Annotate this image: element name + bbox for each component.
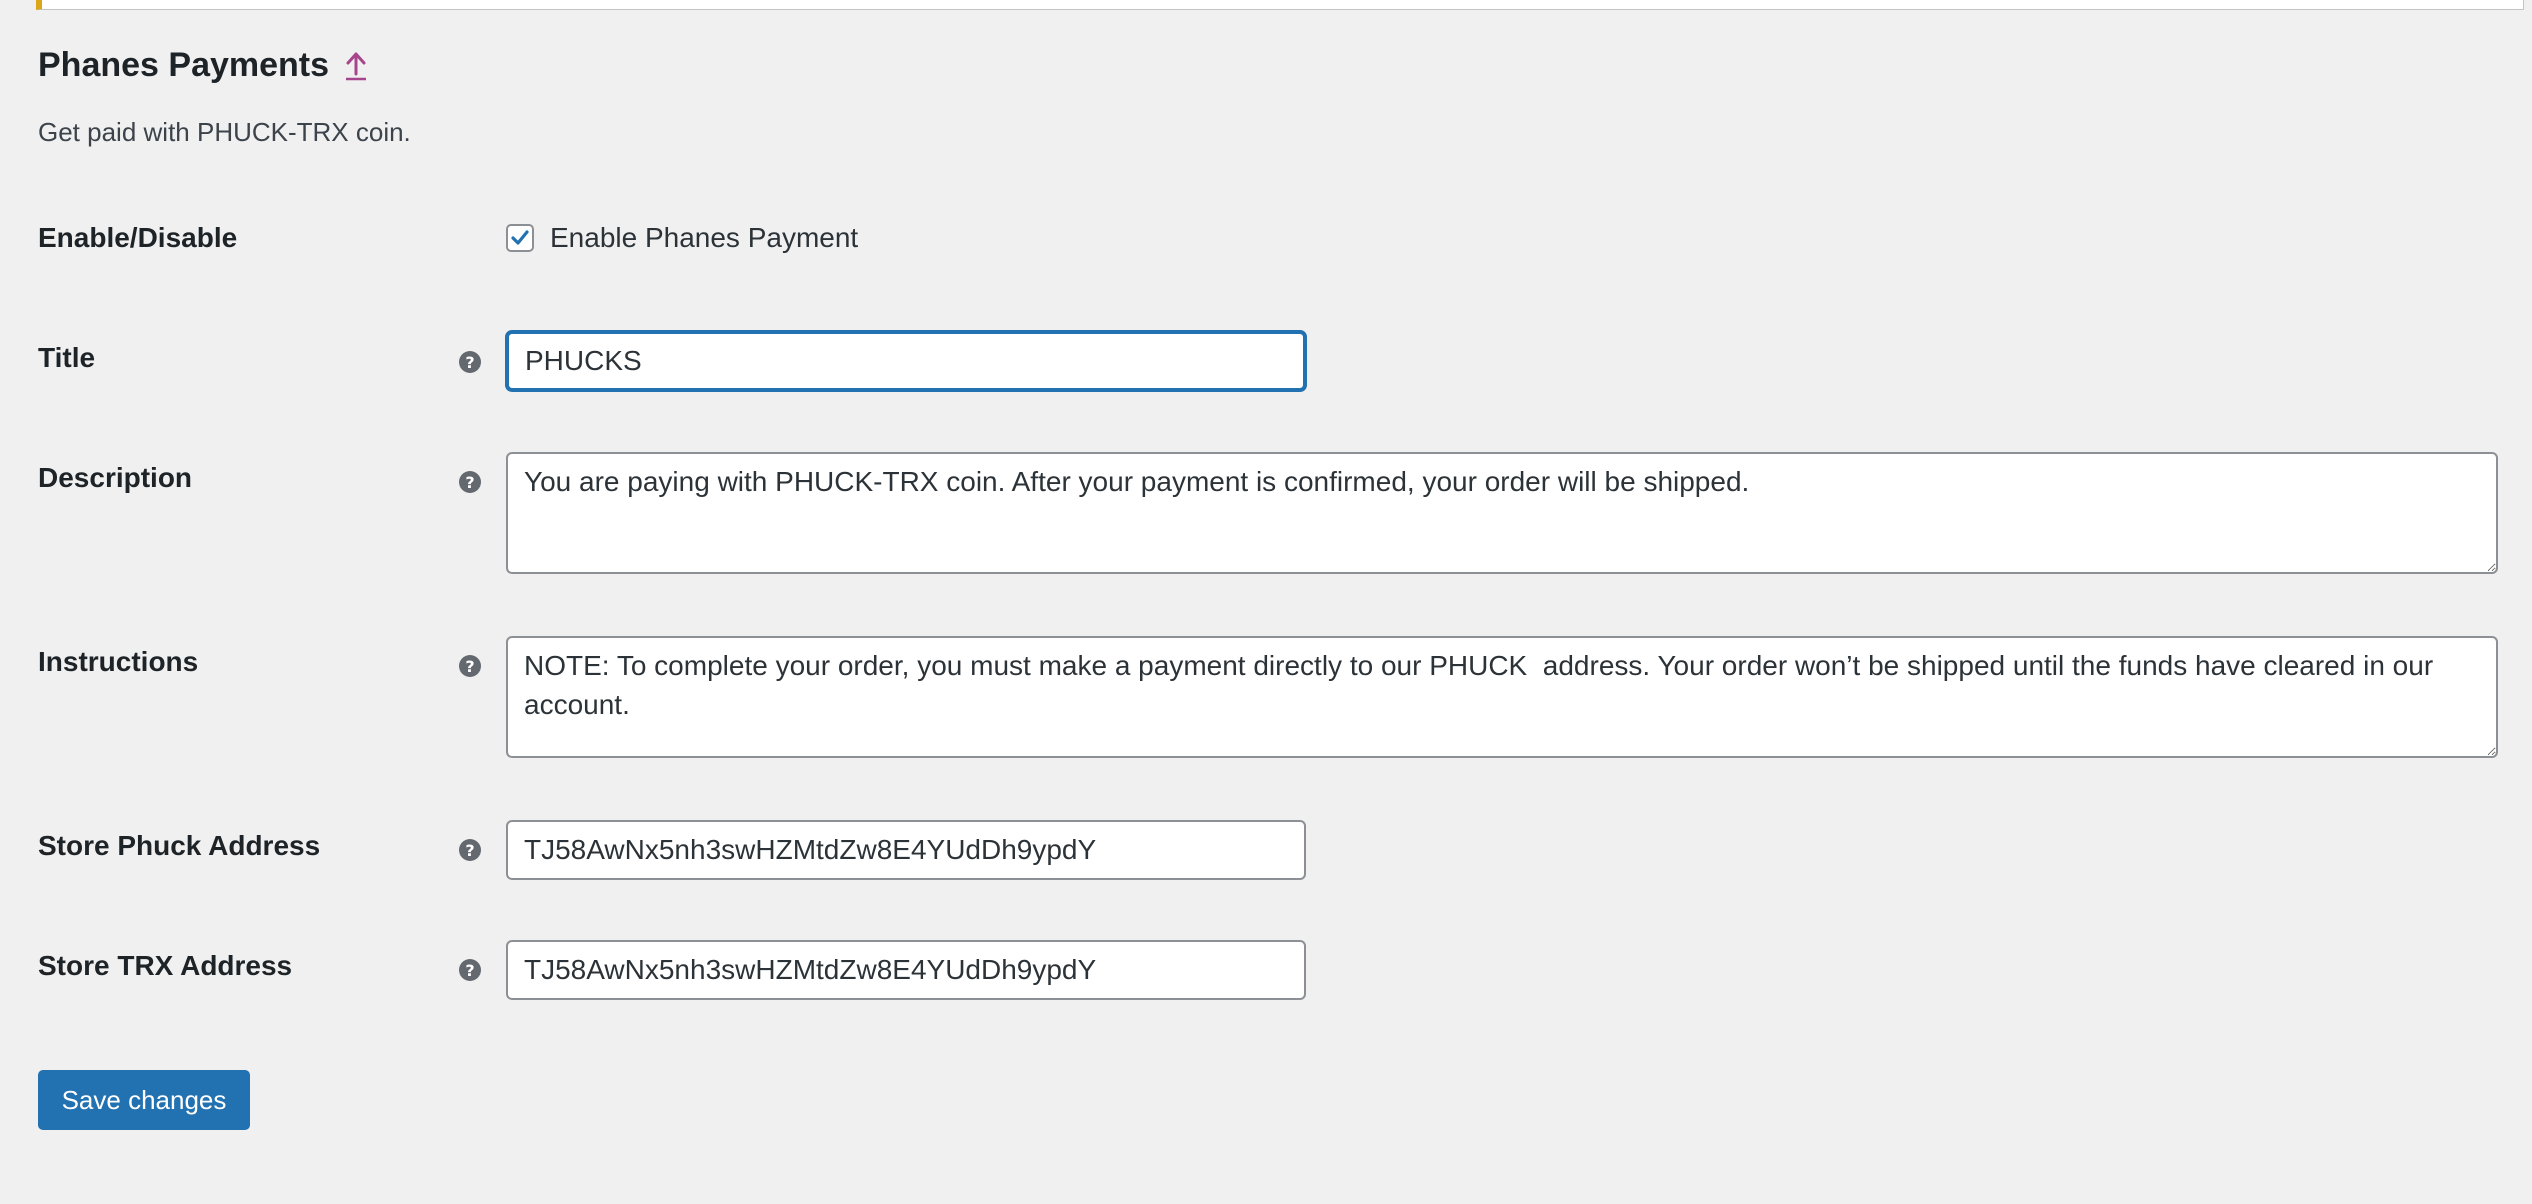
page-title: Phanes Payments xyxy=(38,45,330,84)
store-trx-address-input[interactable] xyxy=(506,940,1306,1000)
help-icon[interactable]: ? xyxy=(459,655,481,677)
help-icon[interactable]: ? xyxy=(459,839,481,861)
help-icon[interactable]: ? xyxy=(459,959,481,981)
description-textarea[interactable]: You are paying with PHUCK-TRX coin. Afte… xyxy=(506,452,2498,574)
enable-payment-checkbox-label[interactable]: Enable Phanes Payment xyxy=(550,222,858,254)
help-icon[interactable]: ? xyxy=(459,351,481,373)
enable-payment-checkbox[interactable] xyxy=(506,224,534,252)
title-input[interactable] xyxy=(506,331,1306,391)
section-description: Get paid with PHUCK-TRX coin. xyxy=(38,117,411,147)
arrow-up-icon[interactable] xyxy=(343,48,369,82)
store-phuck-address-input[interactable] xyxy=(506,820,1306,880)
store-phuck-address-label: Store Phuck Address xyxy=(38,830,321,861)
checkmark-icon xyxy=(511,230,529,245)
store-trx-address-label: Store TRX Address xyxy=(38,950,293,981)
instructions-label: Instructions xyxy=(38,646,199,677)
title-label: Title xyxy=(38,342,96,373)
section-heading: Phanes Payments xyxy=(38,40,369,90)
notice-bar xyxy=(36,0,2524,10)
save-changes-button[interactable]: Save changes xyxy=(38,1070,250,1130)
enable-disable-label: Enable/Disable xyxy=(38,222,238,253)
description-label: Description xyxy=(38,462,193,493)
help-icon[interactable]: ? xyxy=(459,471,481,493)
enable-payment-control: Enable Phanes Payment xyxy=(506,222,858,254)
instructions-textarea[interactable]: NOTE: To complete your order, you must m… xyxy=(506,636,2498,758)
